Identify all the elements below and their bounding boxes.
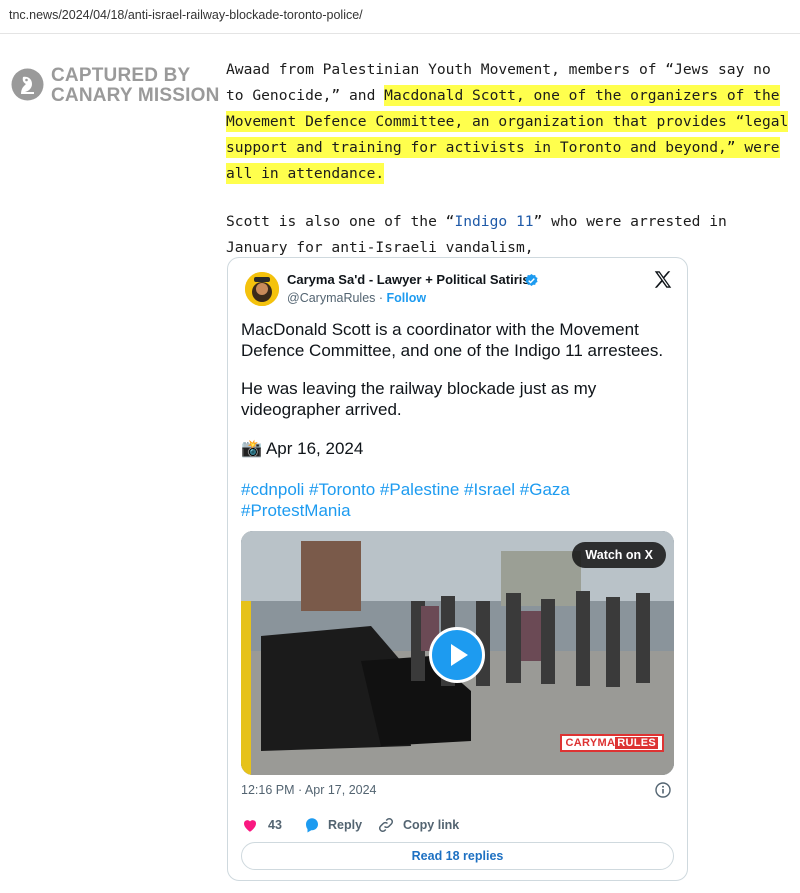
tweet-line: MacDonald Scott is a coordinator with th… bbox=[241, 320, 639, 339]
reply-icon bbox=[306, 818, 318, 833]
info-icon[interactable] bbox=[655, 782, 671, 798]
watch-on-x-button[interactable]: Watch on X bbox=[572, 542, 666, 568]
canary-mission-watermark: CAPTURED BY CANARY MISSION bbox=[11, 66, 226, 106]
video-watermark: CARYMA RULES bbox=[559, 734, 664, 752]
watermark-line-1: CAPTURED BY bbox=[51, 65, 191, 86]
embedded-tweet[interactable]: Caryma Sa'd - Lawyer + Political Satiris… bbox=[227, 257, 688, 881]
indigo-11-link[interactable]: Indigo 11 bbox=[454, 213, 533, 230]
brand-text-a: CARYMA bbox=[565, 737, 616, 749]
hashtags[interactable]: #ProtestMania bbox=[241, 500, 677, 521]
tweet-text: MacDonald Scott is a coordinator with th… bbox=[241, 319, 677, 521]
hashtags[interactable]: #cdnpoli #Toronto #Palestine #Israel #Ga… bbox=[241, 479, 677, 500]
paragraph-text: Scott is also one of the “ bbox=[226, 213, 455, 230]
reply-label: Reply bbox=[328, 818, 363, 832]
verified-icon bbox=[525, 273, 538, 286]
tweet-line: He was leaving the railway blockade just… bbox=[241, 379, 597, 398]
watermark-line-2: CANARY MISSION bbox=[51, 85, 220, 106]
like-count: 43 bbox=[268, 818, 282, 832]
heart-icon bbox=[244, 820, 256, 832]
avatar-image bbox=[245, 272, 279, 306]
follow-button[interactable]: Follow bbox=[387, 291, 427, 305]
author-name[interactable]: Caryma Sa'd - Lawyer + Political Satiris… bbox=[287, 272, 534, 287]
canary-logo-icon bbox=[11, 68, 44, 101]
url-text[interactable]: tnc.news/2024/04/18/anti-israel-railway-… bbox=[9, 8, 363, 22]
tweet-timestamp[interactable]: 12:16 PM · Apr 17, 2024 bbox=[241, 783, 377, 797]
copy-link-label: Copy link bbox=[403, 818, 460, 832]
brand-text-b: RULES bbox=[615, 737, 658, 749]
address-bar[interactable]: tnc.news/2024/04/18/anti-israel-railway-… bbox=[0, 0, 800, 34]
camera-icon: 📸 bbox=[241, 439, 263, 458]
play-icon bbox=[451, 644, 468, 666]
read-replies-button[interactable]: Read 18 replies bbox=[241, 842, 674, 870]
author-handle[interactable]: @CarymaRules bbox=[287, 291, 375, 305]
x-logo-icon[interactable] bbox=[652, 269, 674, 291]
video-thumbnail[interactable]: Watch on X CARYMA RULES bbox=[241, 531, 674, 775]
author-handle-row: @CarymaRules · Follow bbox=[287, 291, 426, 305]
tweet-date-line: 📸 Apr 16, 2024 bbox=[241, 438, 677, 459]
play-button[interactable] bbox=[429, 627, 485, 683]
tweet-line: videographer arrived. bbox=[241, 400, 402, 419]
link-icon bbox=[378, 817, 394, 833]
article-paragraph-2: Scott is also one of the “Indigo 11” who… bbox=[226, 209, 796, 261]
tweet-line: Defence Committee, and one of the Indigo… bbox=[241, 341, 664, 360]
avatar[interactable] bbox=[245, 272, 279, 306]
divider bbox=[0, 33, 800, 34]
separator: · bbox=[375, 291, 387, 305]
article-body: Awaad from Palestinian Youth Movement, m… bbox=[226, 57, 796, 261]
article-paragraph-1: Awaad from Palestinian Youth Movement, m… bbox=[226, 57, 796, 187]
tweet-date: Apr 16, 2024 bbox=[265, 439, 364, 458]
